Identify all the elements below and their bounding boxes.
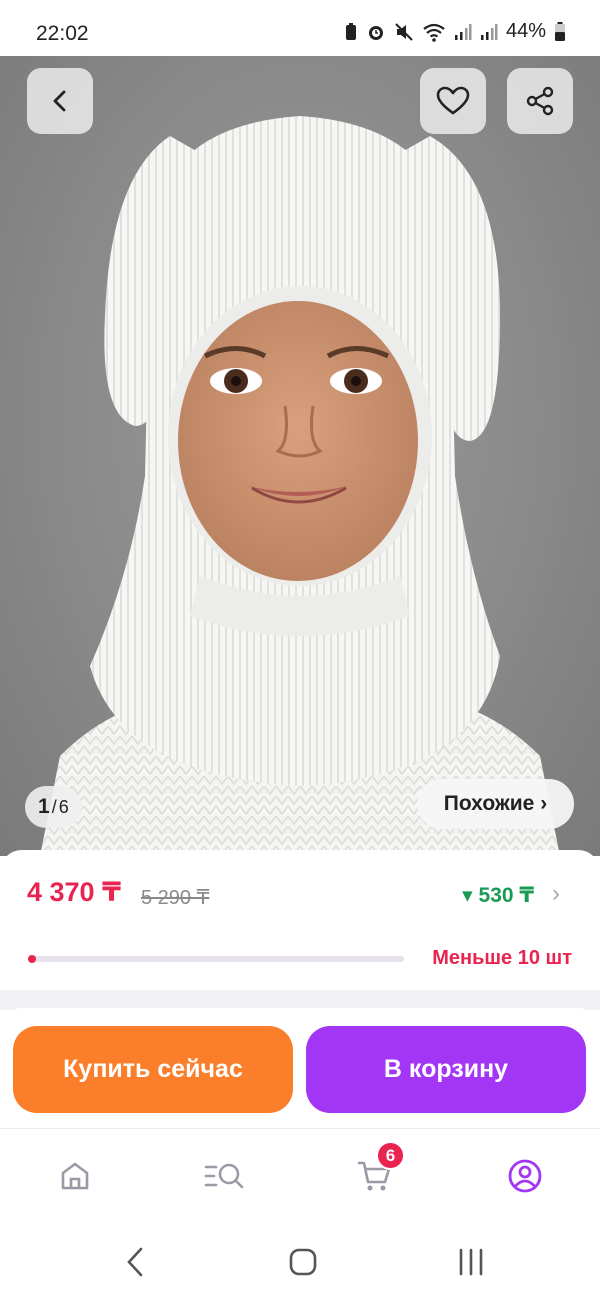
gallery-current: 1 bbox=[38, 795, 50, 818]
alarm-icon bbox=[368, 25, 383, 40]
system-back-icon bbox=[127, 1247, 143, 1277]
cart-count-badge: 6 bbox=[376, 1141, 405, 1170]
signal-icon bbox=[480, 23, 498, 40]
current-price: 4 370 ₸ bbox=[27, 877, 121, 907]
status-bar: 22:02 44% bbox=[0, 0, 600, 56]
product-photo-illustration bbox=[40, 116, 560, 856]
battery-saver-icon bbox=[345, 22, 356, 40]
system-home-button[interactable] bbox=[283, 1242, 323, 1282]
favorite-button[interactable] bbox=[420, 68, 486, 134]
profile-icon bbox=[508, 1159, 542, 1193]
similar-products-button[interactable]: Похожие › bbox=[417, 779, 574, 829]
action-bar: Купить сейчас В корзину bbox=[0, 1008, 600, 1128]
product-image[interactable] bbox=[0, 56, 600, 856]
stock-progress-bar bbox=[28, 955, 404, 963]
gallery-total: 6 bbox=[58, 796, 69, 817]
gallery-separator: / bbox=[51, 796, 57, 817]
share-button[interactable] bbox=[507, 68, 573, 134]
home-icon bbox=[61, 1162, 89, 1190]
mute-icon bbox=[395, 22, 413, 41]
heart-icon bbox=[436, 86, 470, 115]
old-price: 5 290 ₸ bbox=[141, 887, 210, 909]
gallery-counter: 1 / 6 bbox=[25, 786, 82, 828]
stock-label: Меньше 10 шт bbox=[432, 947, 572, 969]
system-recents-button[interactable] bbox=[451, 1242, 491, 1282]
tab-home[interactable] bbox=[50, 1151, 100, 1201]
tab-catalog[interactable] bbox=[200, 1151, 250, 1201]
bottom-tab-bar: 6 bbox=[0, 1128, 600, 1228]
buy-now-button[interactable]: Купить сейчас bbox=[13, 1026, 293, 1113]
status-icons: 44% bbox=[344, 20, 566, 43]
bonus-chevron-icon[interactable]: › bbox=[552, 880, 560, 908]
tab-cart[interactable]: 6 bbox=[350, 1141, 405, 1201]
status-time: 22:02 bbox=[36, 22, 89, 45]
battery-icon bbox=[555, 21, 565, 41]
battery-percent: 44% bbox=[505, 20, 546, 42]
wifi-icon bbox=[423, 23, 445, 42]
catalog-search-icon bbox=[204, 1163, 244, 1189]
chevron-left-icon bbox=[53, 90, 66, 112]
share-icon bbox=[526, 86, 554, 116]
add-to-cart-button[interactable]: В корзину bbox=[306, 1026, 586, 1113]
signal-icon bbox=[454, 23, 472, 40]
system-home-icon bbox=[289, 1248, 317, 1276]
system-navigation-bar bbox=[0, 1228, 600, 1299]
section-divider bbox=[0, 990, 600, 1010]
system-back-button[interactable] bbox=[115, 1242, 155, 1282]
bonus-amount[interactable]: ▾ 530 ₸ bbox=[462, 883, 534, 908]
tab-profile[interactable] bbox=[500, 1151, 550, 1201]
stock-progress-fill bbox=[28, 955, 36, 963]
back-button[interactable] bbox=[27, 68, 93, 134]
price-card: 4 370 ₸ 5 290 ₸ ▾ 530 ₸ › Меньше 10 шт bbox=[0, 850, 600, 990]
system-recents-icon bbox=[459, 1248, 483, 1276]
